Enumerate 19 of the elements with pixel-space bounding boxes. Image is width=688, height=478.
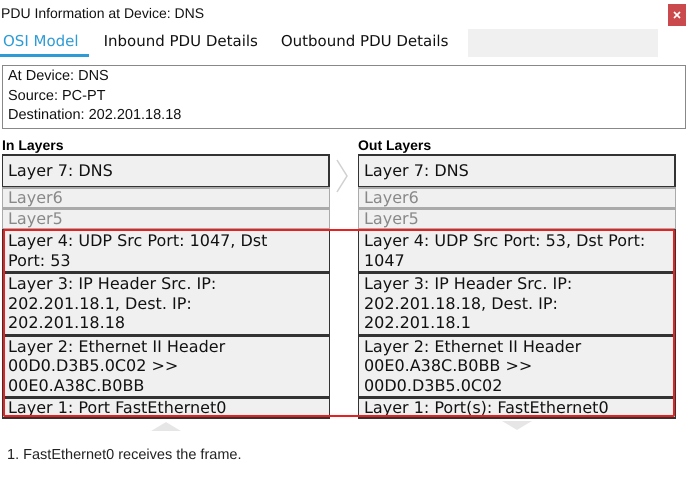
tab[interactable]: Outbound PDU Details [278,29,458,57]
window-title: PDU Information at Device: DNS [1,4,204,20]
column-heading: In Layers [2,137,64,153]
column-heading: Out Layers [358,137,432,153]
info-line: Source: PC-PT [8,86,106,106]
step-text: 1. FastEthernet0 receives the frame. [7,447,243,463]
layer-button[interactable]: Layer 1: Port FastEthernet0 [2,397,330,419]
tab[interactable]: Inbound PDU Details [100,29,268,57]
layer-button[interactable]: Layer 4: UDP Src Port: 53, Dst Port: 1047 [358,229,676,272]
layer-button[interactable]: Layer 7: DNS [2,154,330,187]
layer-button[interactable]: Layer 3: IP Header Src. IP: 202.201.18.1, Dest. IP: 202.201.18.18 [2,272,330,334]
layer-button[interactable]: Layer 1: Port(s): FastEthernet0 [358,397,676,419]
layer-button[interactable]: Layer 4: UDP Src Port: 1047, Dst Port: 53 [2,229,330,272]
info-line: At Device: DNS [8,67,110,86]
layer-button[interactable]: Layer 2: Ethernet II Header 00E0.A38C.B0BB >> 00D0.D3B5.0C02 [358,334,676,397]
info-line: Destination: 202.201.18.18 [8,106,182,125]
layer-button[interactable]: Layer 2: Ethernet II Header 00D0.D3B5.0C02 >> 00E0.A38C.B0BB [2,334,330,397]
layer-button[interactable]: Layer 3: IP Header Src. IP: 202.201.18.18, Dest. IP: 202.201.18.1 [358,272,676,334]
layer-button[interactable]: Layer 7: DNS [358,154,676,187]
